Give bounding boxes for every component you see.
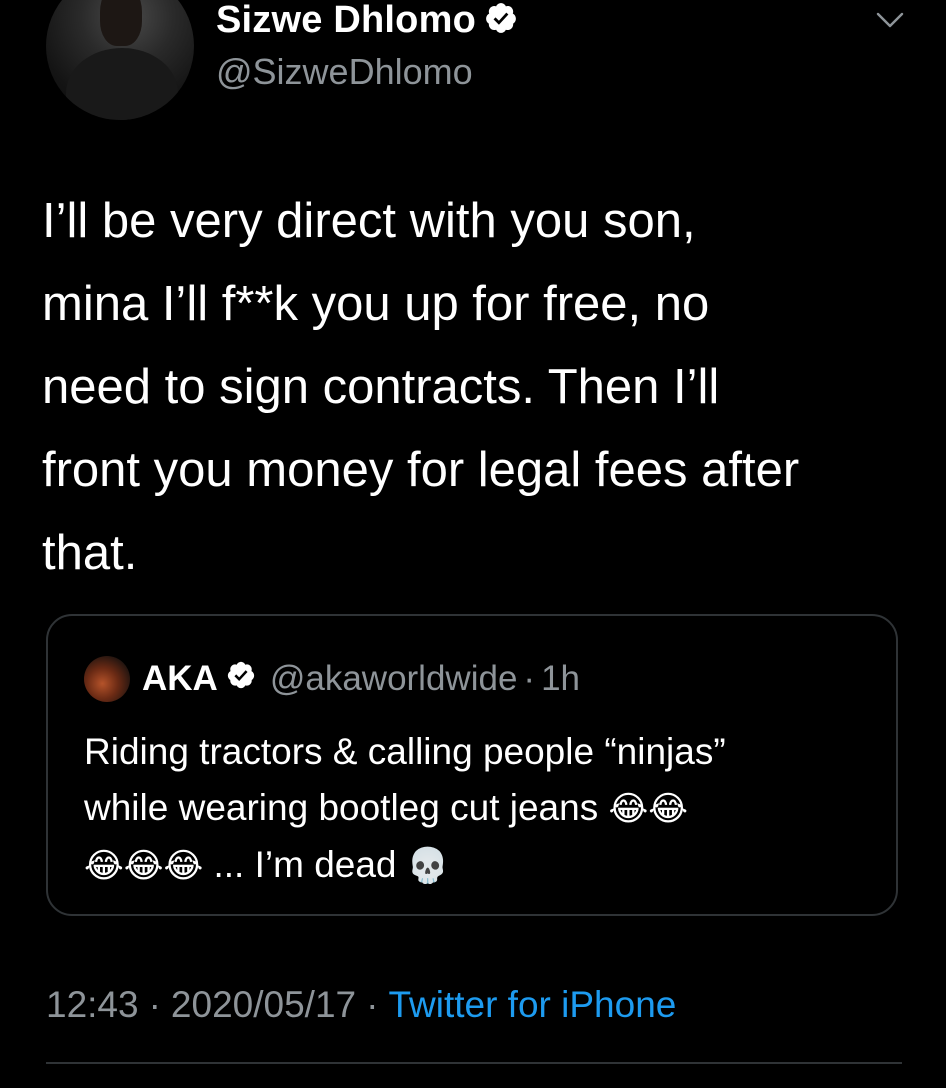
author-display-name[interactable]: Sizwe Dhlomo (216, 0, 476, 40)
author-avatar[interactable] (46, 0, 194, 120)
avatar-hoodie-shape (66, 48, 178, 120)
quoted-text-line-1: Riding tractors & calling people “ninjas… (84, 731, 726, 772)
verified-badge-icon (226, 659, 256, 699)
meta-separator: · (148, 984, 161, 1025)
author-handle[interactable]: @SizweDhlomo (216, 52, 473, 92)
tweet-date: 2020/05/17 (170, 984, 357, 1025)
quoted-tweet-card[interactable]: AKA @akaworldwide · 1h Riding tractors &… (46, 614, 898, 916)
tweet-text: I’ll be very direct with you son, mina I… (42, 194, 800, 580)
laughing-crying-emoji-icon: 😂😂😂 (84, 846, 204, 886)
tweet-time: 12:43 (46, 984, 139, 1025)
quoted-tweet-header: AKA @akaworldwide · 1h (142, 656, 580, 702)
quoted-text-line-2: while wearing bootleg cut jeans (84, 787, 599, 828)
tweet-meta: 12:43 · 2020/05/17 · Twitter for iPhone (46, 982, 676, 1028)
quoted-author-avatar[interactable] (84, 656, 130, 702)
skull-emoji-icon: 💀 (406, 846, 450, 886)
quoted-author-handle[interactable]: @akaworldwide (270, 659, 518, 699)
divider (46, 1062, 902, 1064)
quoted-text-line-3: ... I’m dead (203, 844, 407, 885)
chevron-down-icon[interactable] (874, 8, 906, 32)
tweet-client-link[interactable]: Twitter for iPhone (388, 984, 676, 1025)
author-name-row[interactable]: Sizwe Dhlomo (216, 0, 518, 40)
avatar-head-shape (100, 0, 142, 46)
quoted-tweet-text: Riding tractors & calling people “ninjas… (84, 724, 874, 894)
quoted-tweet-time: 1h (541, 659, 581, 698)
quoted-author-name[interactable]: AKA (142, 659, 218, 699)
quoted-dot-separator: · (523, 659, 536, 698)
verified-badge-icon (484, 1, 518, 40)
laughing-crying-emoji-icon: 😂😂 (608, 789, 688, 829)
meta-separator: · (366, 984, 379, 1025)
